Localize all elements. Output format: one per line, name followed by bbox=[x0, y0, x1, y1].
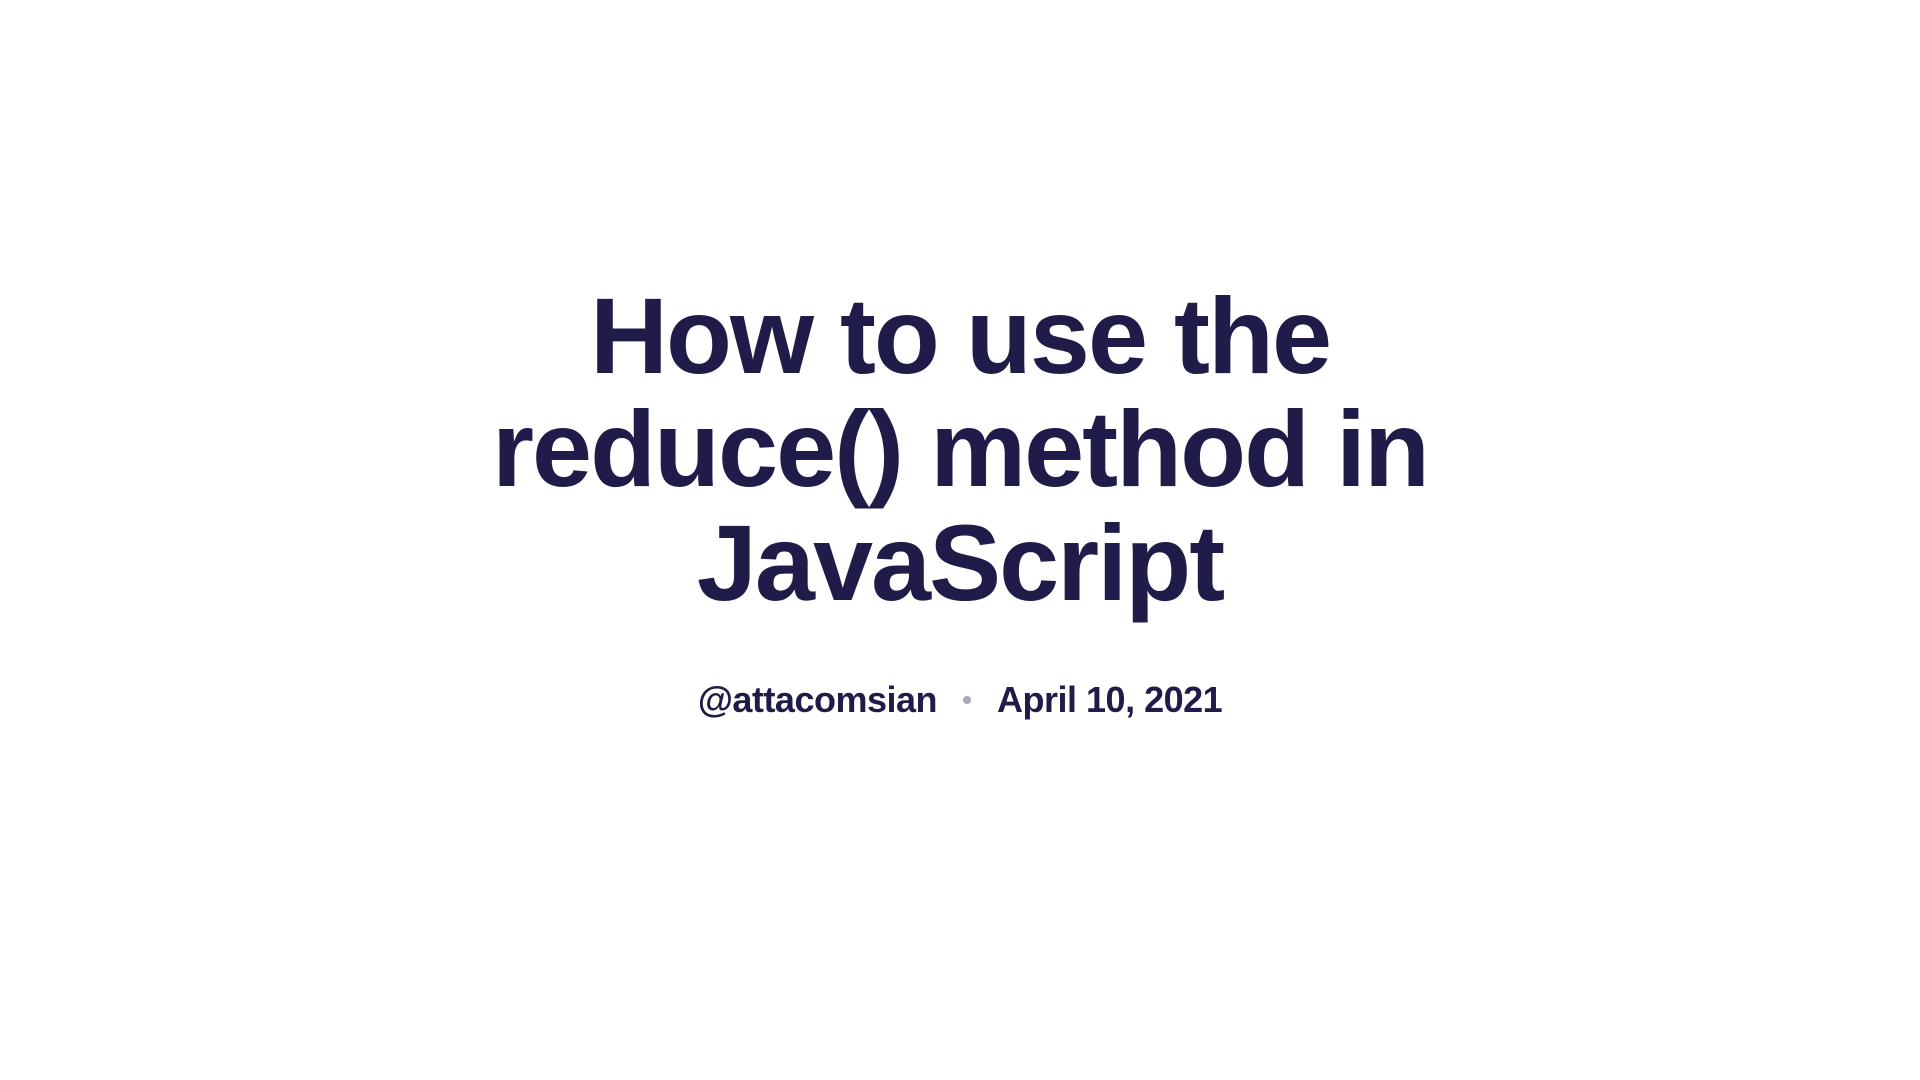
publish-date: April 10, 2021 bbox=[997, 679, 1222, 721]
separator-dot bbox=[963, 696, 971, 704]
article-meta: @attacomsian April 10, 2021 bbox=[698, 679, 1222, 721]
author-handle[interactable]: @attacomsian bbox=[698, 679, 937, 721]
article-title: How to use the reduce() method in JavaSc… bbox=[410, 279, 1510, 619]
